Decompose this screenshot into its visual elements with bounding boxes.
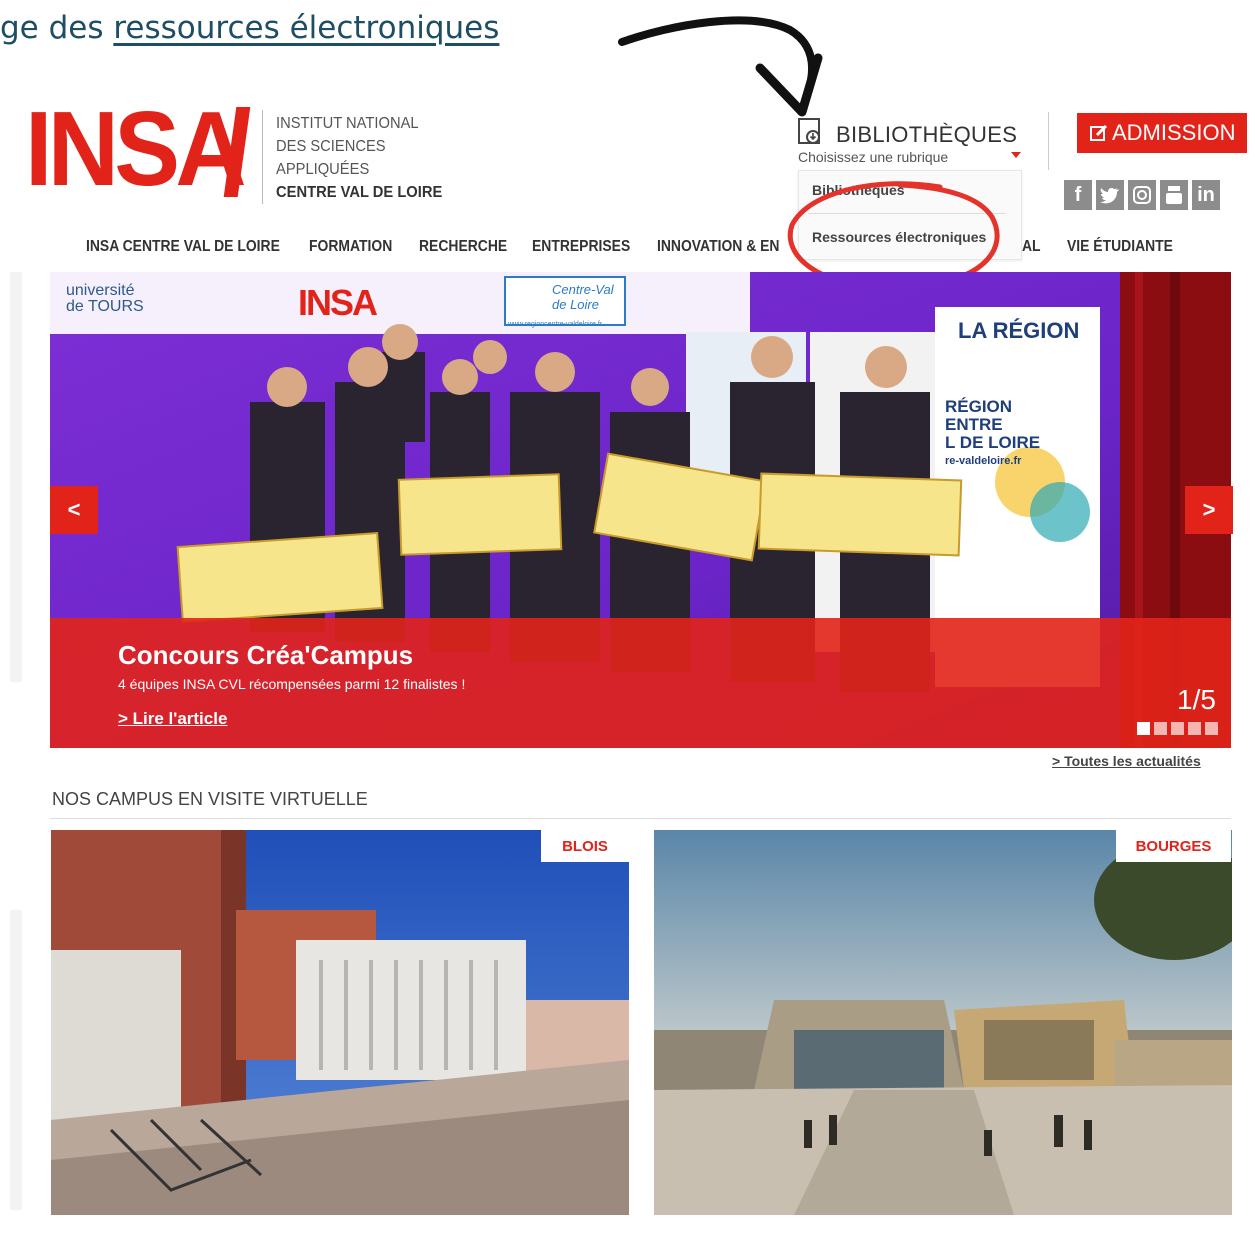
all-news-link[interactable]: > Toutes les actualités: [1052, 753, 1201, 769]
logo-separator: [262, 110, 263, 204]
edit-icon: [1090, 124, 1108, 141]
nav-formation[interactable]: FORMATION: [309, 238, 392, 256]
instagram-glyph-icon: [1133, 186, 1151, 204]
photo-univ-logo: université de TOURS: [66, 282, 144, 315]
youtube-icon[interactable]: [1160, 180, 1188, 210]
photo-banner-line: ENTRE: [945, 415, 1003, 434]
bibliotheques-title[interactable]: BIBLIOTHÈQUES: [836, 122, 1017, 148]
next-slide-button[interactable]: >: [1185, 486, 1233, 534]
youtube-glyph-icon: [1166, 186, 1182, 204]
nav-insa-cvl[interactable]: INSA CENTRE VAL DE LOIRE: [86, 238, 280, 256]
instruction-caption: ge des ressources électroniques: [0, 10, 499, 46]
read-article-link[interactable]: > Lire l'article: [118, 709, 227, 729]
left-edge-strip: [10, 910, 22, 1210]
institution-name: INSTITUT NATIONAL DES SCIENCES APPLIQUÉE…: [276, 112, 442, 204]
prev-slide-button[interactable]: <: [50, 486, 98, 534]
campus-section-title: NOS CAMPUS EN VISITE VIRTUELLE: [52, 789, 368, 809]
nav-international[interactable]: AL: [1022, 238, 1041, 256]
linkedin-icon[interactable]: in: [1192, 180, 1220, 210]
slide-counter: 1/5: [1177, 684, 1216, 715]
caption-link[interactable]: ressources électroniques: [113, 10, 499, 46]
blois-campus-tile[interactable]: [51, 830, 629, 1215]
photo-banner-line: RÉGION: [945, 397, 1013, 416]
photo-region-url: www.regioncentre-valdeloire.fr: [508, 321, 603, 328]
slide-dot-4[interactable]: [1188, 722, 1201, 735]
nav-innovation[interactable]: INNOVATION & ENT: [657, 238, 780, 256]
photo-banner-line: re-valdeloire.fr: [945, 455, 1022, 467]
admission-button[interactable]: ADMISSION: [1077, 113, 1247, 153]
slide-dot-3[interactable]: [1171, 722, 1184, 735]
nav-entreprises[interactable]: ENTREPRISES: [532, 238, 630, 256]
twitter-bird-icon: [1100, 188, 1119, 204]
photo-region-logo: Centre-Val de Loire: [552, 282, 614, 312]
instagram-icon[interactable]: [1128, 180, 1156, 210]
rubrique-select[interactable]: Choisissez une rubrique: [798, 149, 948, 165]
hero-description: 4 équipes INSA CVL récompensées parmi 12…: [118, 676, 466, 692]
bourges-campus-tile[interactable]: [654, 830, 1232, 1215]
facebook-icon[interactable]: f: [1064, 180, 1092, 210]
institution-line: DES SCIENCES: [276, 138, 386, 155]
photo-banner-text: RÉGION ENTRE L DE LOIRE re-valdeloire.fr: [945, 398, 1040, 470]
admission-label: ADMISSION: [1112, 120, 1236, 145]
twitter-icon[interactable]: [1096, 180, 1124, 210]
campus-tag-blois: BLOIS: [541, 830, 629, 862]
campus-tag-bourges: BOURGES: [1116, 830, 1231, 862]
photo-banner-title: LA RÉGION: [958, 318, 1080, 343]
hand-drawn-arrow-icon: [618, 16, 823, 117]
slide-dot-1[interactable]: [1137, 722, 1150, 735]
hero-title: Concours Créa'Campus: [118, 640, 414, 670]
insa-logo[interactable]: INSA: [25, 96, 247, 202]
left-edge-strip: [10, 272, 22, 682]
caption-prefix: ge des: [0, 10, 114, 46]
institution-line: INSTITUT NATIONAL: [276, 115, 419, 132]
institution-line: APPLIQUÉES: [276, 161, 370, 178]
photo-insa-logo: INSA: [298, 282, 378, 323]
header-separator: [1048, 112, 1049, 170]
slide-dot-2[interactable]: [1154, 722, 1167, 735]
library-icon: [798, 118, 820, 144]
nav-vie-etudiante[interactable]: VIE ÉTUDIANTE: [1067, 238, 1173, 256]
photo-banner-line: L DE LOIRE: [945, 433, 1041, 452]
nav-recherche[interactable]: RECHERCHE: [419, 238, 507, 256]
section-divider: [50, 818, 1231, 819]
slide-dot-5[interactable]: [1205, 722, 1218, 735]
chevron-down-icon[interactable]: [1011, 152, 1021, 158]
institution-campus: CENTRE VAL DE LOIRE: [276, 184, 443, 201]
